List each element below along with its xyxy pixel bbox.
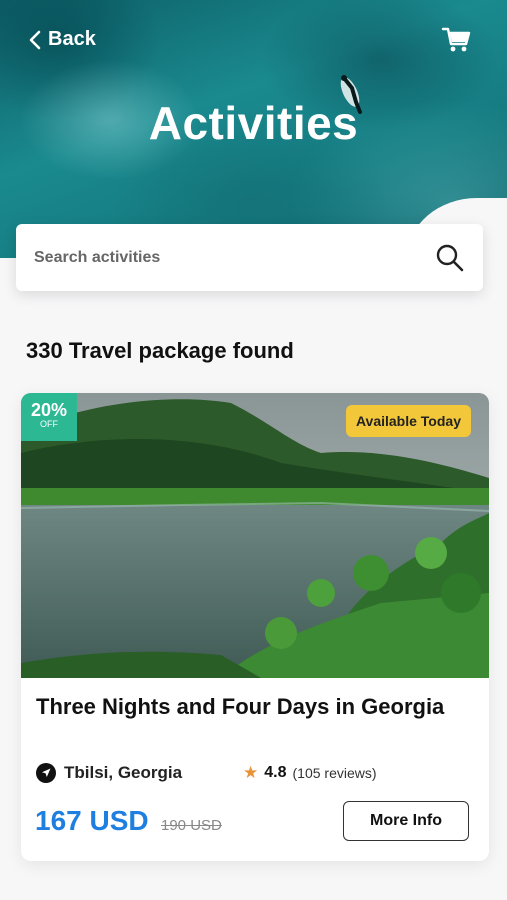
discount-badge: 20% OFF xyxy=(21,393,77,441)
star-icon: ★ xyxy=(243,763,259,782)
location: Tbilsi, Georgia xyxy=(36,763,182,783)
location-label: Tbilsi, Georgia xyxy=(64,763,183,782)
chevron-left-icon xyxy=(29,30,41,49)
more-info-button[interactable]: More Info xyxy=(343,801,469,841)
page-title: Activities xyxy=(148,97,359,149)
original-price: 190 USD xyxy=(161,817,222,834)
location-arrow-icon xyxy=(36,763,56,783)
search-icon[interactable] xyxy=(435,243,465,273)
package-card[interactable]: 20% OFF Available Today Three Nights and… xyxy=(21,393,489,861)
results-count: 330 Travel package found xyxy=(26,338,294,363)
availability-badge: Available Today xyxy=(345,405,471,437)
discount-off-label: OFF xyxy=(40,419,58,429)
review-count: (105 reviews) xyxy=(292,765,377,781)
search-bar[interactable] xyxy=(16,224,483,291)
back-label: Back xyxy=(48,28,96,50)
back-button[interactable]: Back xyxy=(28,28,96,51)
discount-percent: 20% xyxy=(30,400,68,420)
rating-value: 4.8 xyxy=(264,764,287,781)
search-input[interactable] xyxy=(34,248,435,267)
package-title[interactable]: Three Nights and Four Days in Georgia xyxy=(36,691,456,722)
current-price: 167 USD xyxy=(35,805,149,836)
rating: ★ 4.8 (105 reviews) xyxy=(243,763,377,783)
cart-icon[interactable] xyxy=(441,26,471,54)
